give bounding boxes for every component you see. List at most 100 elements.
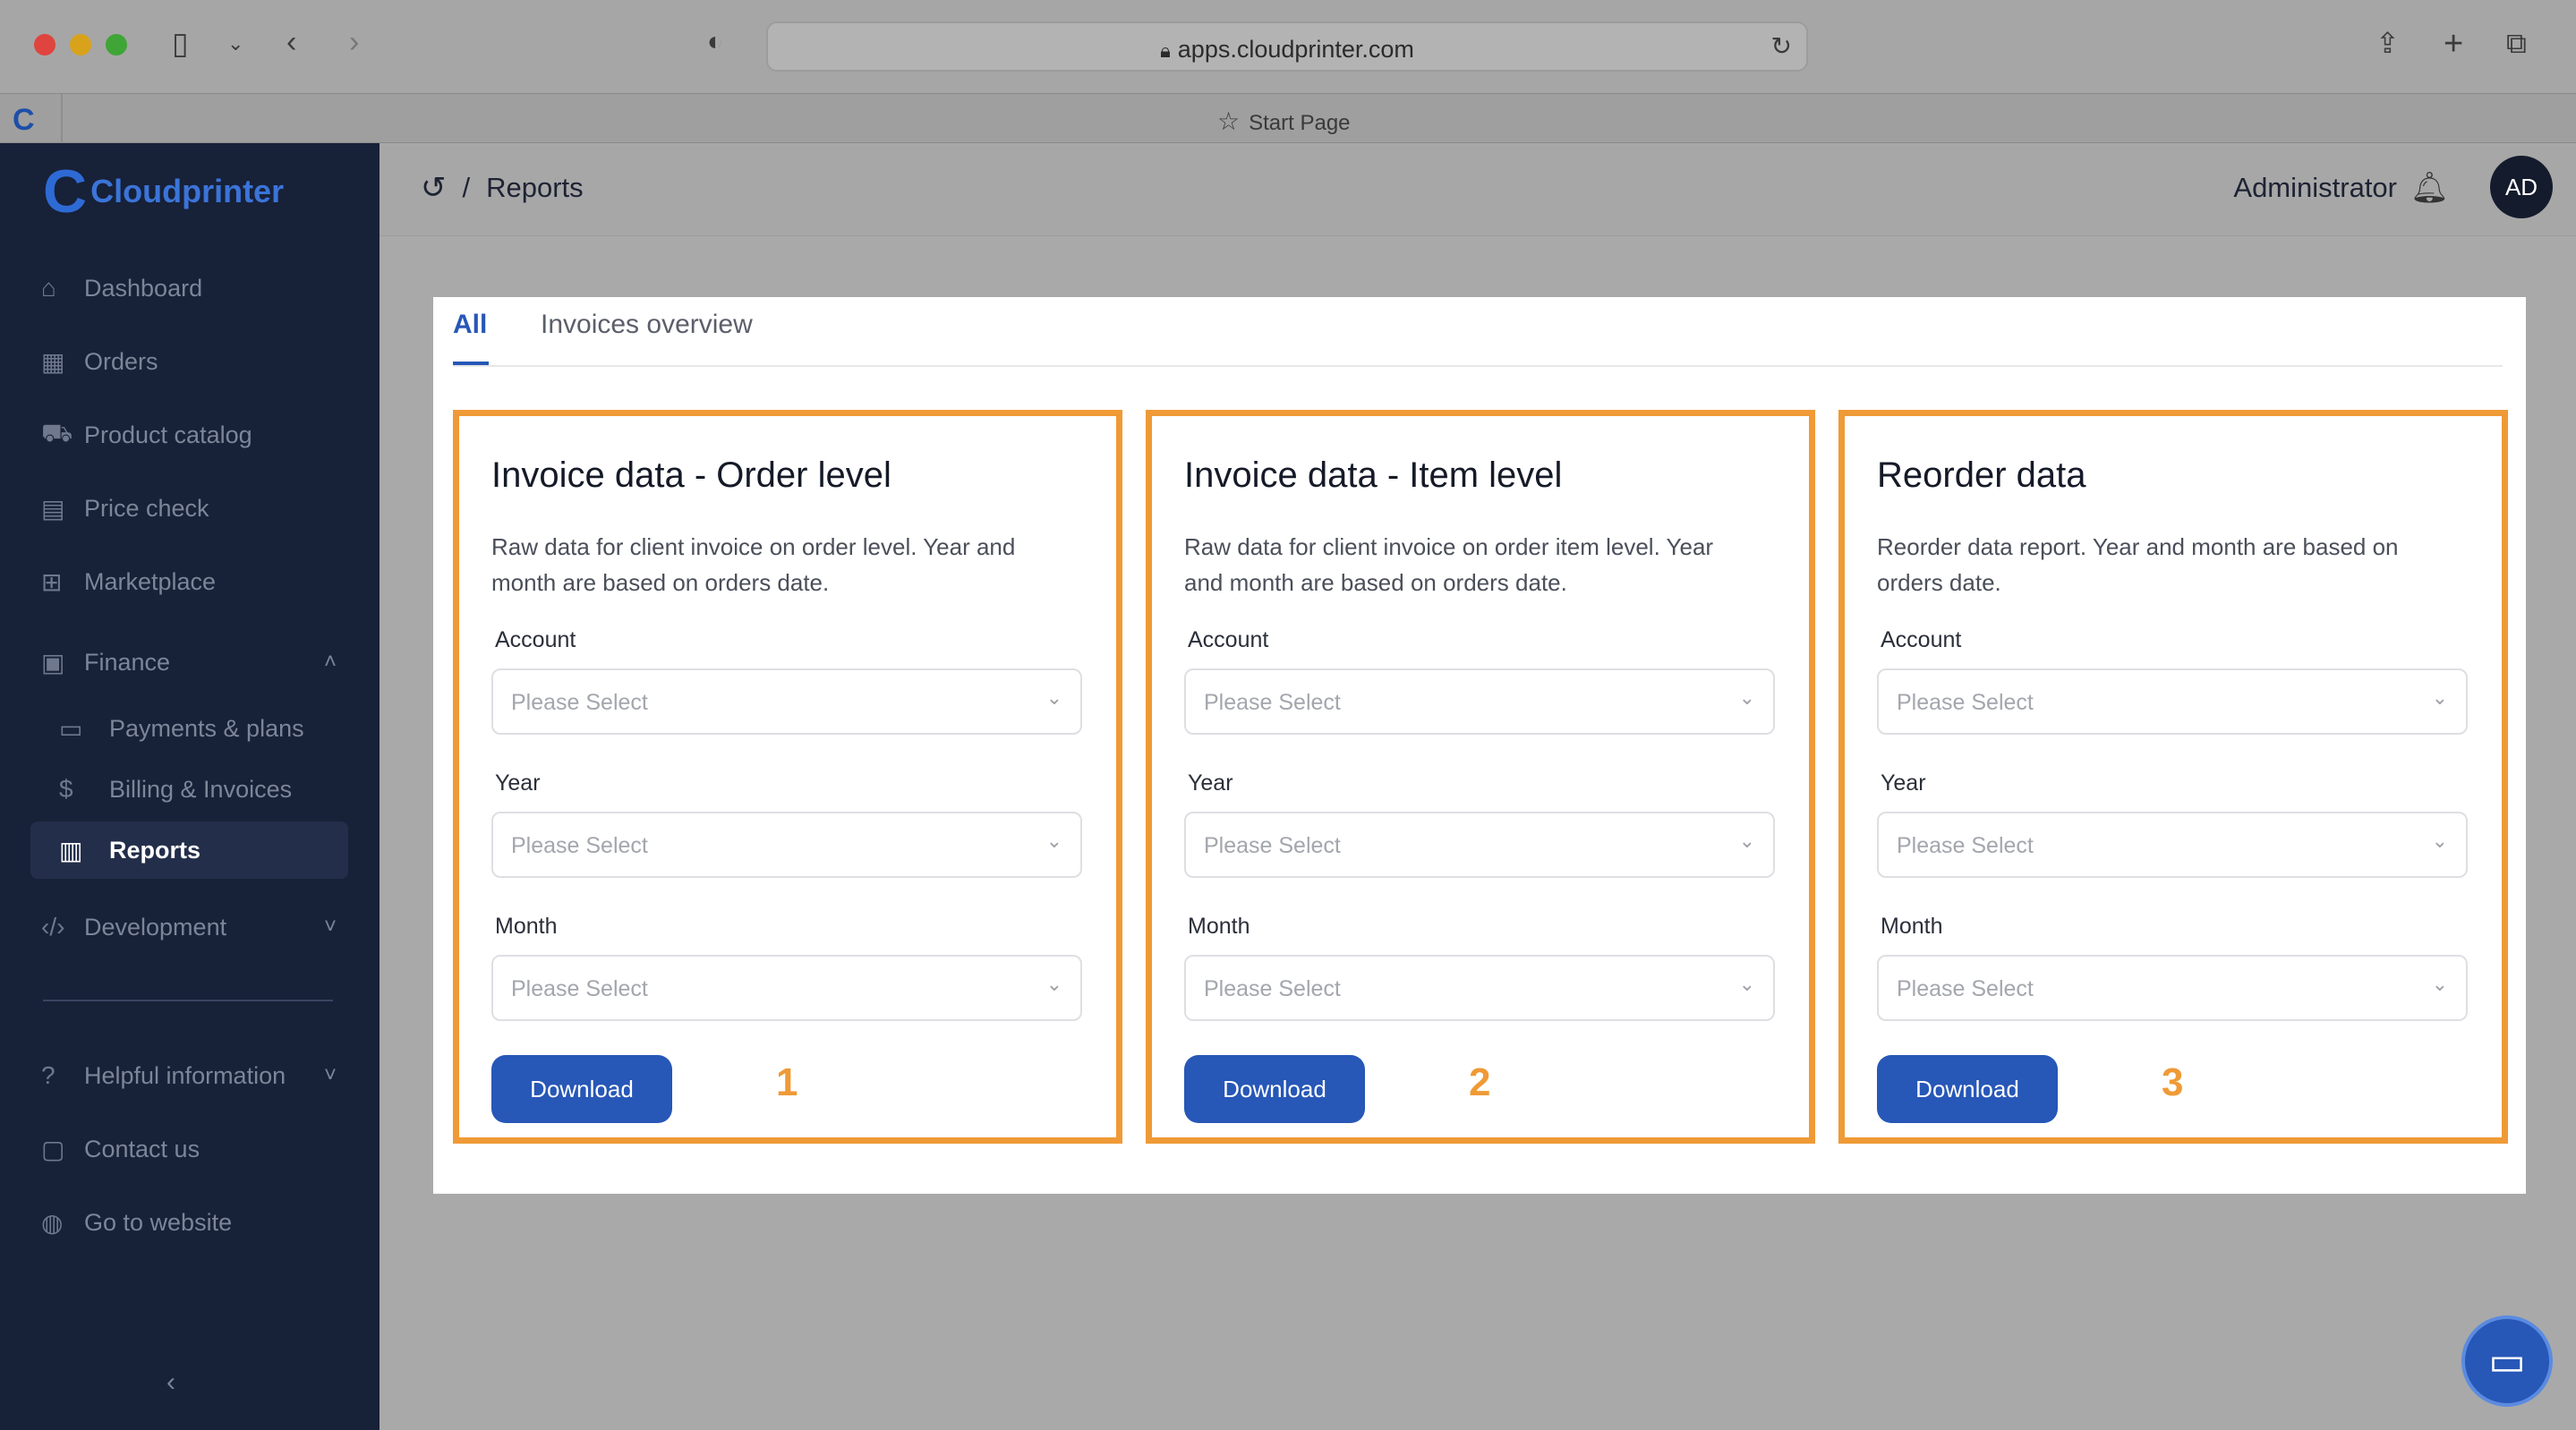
- minimize-window-button[interactable]: [70, 34, 91, 55]
- catalog-icon: ⛟: [41, 419, 73, 447]
- bell-icon[interactable]: 🔔︎: [2410, 170, 2449, 206]
- month-label: Month: [495, 914, 558, 939]
- browser-tab-title: Start Page: [1249, 111, 1351, 135]
- home-icon: ⌂: [41, 274, 56, 302]
- sidebar-item-contact-us[interactable]: ▢ Contact us: [30, 1120, 348, 1178]
- sidebar-item-go-to-website[interactable]: ◍ Go to website: [30, 1194, 348, 1251]
- tab-overview-icon[interactable]: ⧉: [2506, 29, 2527, 57]
- reload-icon[interactable]: ↻: [1771, 34, 1792, 59]
- finance-icon: ▣: [41, 648, 65, 677]
- browser-tab[interactable]: ☆ Start Page: [1217, 106, 1351, 136]
- sidebar-item-marketplace[interactable]: ⊞ Marketplace: [30, 553, 348, 610]
- card-number: 2: [1469, 1060, 1491, 1104]
- month-select[interactable]: Please Select ⌄: [1877, 955, 2468, 1021]
- tab-label: All: [453, 310, 488, 339]
- download-button[interactable]: Download: [1877, 1055, 2058, 1123]
- clipboard-icon: ▥: [59, 836, 83, 864]
- chat-icon: ▭: [2488, 1339, 2526, 1383]
- card-title: Reorder data: [1877, 455, 2086, 495]
- sidebar-item-helpful-information[interactable]: ? Helpful information ˅: [30, 1047, 348, 1104]
- share-icon[interactable]: ⇪: [2376, 29, 2400, 57]
- shield-icon[interactable]: ◐: [707, 29, 723, 55]
- chevron-down-icon: ˅: [323, 1063, 337, 1087]
- card-title: Invoice data - Item level: [1184, 455, 1563, 495]
- card-icon: ▭: [59, 714, 83, 743]
- close-window-button[interactable]: [34, 34, 55, 55]
- sidebar-item-label: Marketplace: [84, 567, 217, 595]
- sidebar-item-dashboard[interactable]: ⌂ Dashboard: [30, 260, 348, 317]
- card-number: 1: [776, 1060, 798, 1104]
- sidebar-item-finance[interactable]: ▣ Finance ˄: [30, 634, 348, 691]
- tab-bar: All Invoices overview: [453, 297, 2503, 367]
- year-label: Year: [1881, 770, 1926, 796]
- select-placeholder: Please Select: [1204, 833, 1341, 858]
- chevron-down-icon: ⌄: [1738, 686, 1755, 709]
- main-content: ↺ / Reports Administrator 🔔︎ AD All Invo…: [380, 143, 2576, 1430]
- account-label: Account: [1881, 627, 1962, 652]
- card-description: Raw data for client invoice on order lev…: [491, 533, 1016, 596]
- year-label: Year: [495, 770, 541, 796]
- report-card-item-level: Invoice data - Item level Raw data for c…: [1146, 410, 1815, 1144]
- month-label: Month: [1881, 914, 1943, 939]
- new-tab-icon[interactable]: +: [2444, 27, 2463, 61]
- chevron-down-icon: ˅: [323, 915, 337, 939]
- avatar[interactable]: AD: [2490, 156, 2553, 218]
- year-select[interactable]: Please Select ⌄: [1877, 812, 2468, 878]
- sidebar-item-label: Payments & plans: [109, 714, 304, 742]
- report-card-order-level: Invoice data - Order level Raw data for …: [453, 410, 1122, 1144]
- account-select[interactable]: Please Select ⌄: [1184, 668, 1775, 735]
- maximize-window-button[interactable]: [106, 34, 127, 55]
- lock-icon: 🔒︎: [1160, 39, 1171, 62]
- download-button[interactable]: Download: [491, 1055, 672, 1123]
- sidebar-toggle-icon[interactable]: ▯: [172, 29, 189, 59]
- chat-icon: ▢: [41, 1135, 65, 1163]
- breadcrumb: ↺ / Reports: [421, 170, 584, 206]
- calculator-icon: ▤: [41, 494, 65, 523]
- tab-invoices-overview[interactable]: Invoices overview: [541, 310, 753, 358]
- sidebar-item-development[interactable]: ‹/› Development ˅: [30, 898, 348, 956]
- back-icon[interactable]: ‹: [286, 27, 296, 57]
- history-icon[interactable]: ↺: [421, 170, 447, 206]
- sidebar-item-orders[interactable]: ▦ Orders: [30, 333, 348, 390]
- user-name[interactable]: Administrator: [2233, 172, 2397, 204]
- report-card-reorder: Reorder data Reorder data report. Year a…: [1838, 410, 2508, 1144]
- select-placeholder: Please Select: [511, 976, 648, 1001]
- sidebar-item-price-check[interactable]: ▤ Price check: [30, 480, 348, 537]
- sidebar-item-reports[interactable]: ▥ Reports: [30, 821, 348, 879]
- logo[interactable]: C Cloudprinter: [43, 161, 284, 222]
- account-select[interactable]: Please Select ⌄: [1877, 668, 2468, 735]
- sidebar: C Cloudprinter ⌂ Dashboard ▦ Orders ⛟ Pr…: [0, 143, 380, 1430]
- collapse-sidebar-icon[interactable]: ‹: [166, 1367, 175, 1398]
- sidebar-item-label: Contact us: [84, 1135, 200, 1162]
- top-bar: ↺ / Reports Administrator 🔔︎ AD: [380, 143, 2576, 236]
- account-select[interactable]: Please Select ⌄: [491, 668, 1082, 735]
- tab-all[interactable]: All: [453, 310, 487, 358]
- tab-divider: [61, 94, 63, 144]
- chevron-down-icon: ⌄: [1738, 973, 1755, 995]
- chevron-down-icon[interactable]: ⌄: [227, 34, 243, 54]
- month-select[interactable]: Please Select ⌄: [1184, 955, 1775, 1021]
- card-description: Reorder data report. Year and month are …: [1877, 533, 2399, 596]
- select-placeholder: Please Select: [1897, 833, 2034, 858]
- download-button[interactable]: Download: [1184, 1055, 1365, 1123]
- sidebar-item-billing-invoices[interactable]: $ Billing & Invoices: [30, 761, 348, 818]
- chevron-down-icon: ⌄: [1738, 830, 1755, 852]
- address-bar[interactable]: 🔒︎ apps.cloudprinter.com ↻: [766, 21, 1808, 72]
- card-number: 3: [2162, 1060, 2184, 1104]
- sidebar-item-label: Dashboard: [84, 274, 203, 302]
- page-title: Reports: [486, 172, 584, 203]
- chevron-up-icon: ˄: [323, 650, 337, 674]
- month-select[interactable]: Please Select ⌄: [491, 955, 1082, 1021]
- sidebar-item-payments-plans[interactable]: ▭ Payments & plans: [30, 700, 348, 757]
- sidebar-item-label: Finance: [84, 648, 171, 676]
- sidebar-item-label: Development: [84, 913, 227, 941]
- card-description: Raw data for client invoice on order ite…: [1184, 533, 1714, 596]
- sidebar-item-label: Orders: [84, 347, 158, 375]
- year-select[interactable]: Please Select ⌄: [491, 812, 1082, 878]
- chat-widget-button[interactable]: ▭: [2461, 1315, 2553, 1407]
- cloudprinter-favicon-icon[interactable]: C: [13, 103, 48, 139]
- year-select[interactable]: Please Select ⌄: [1184, 812, 1775, 878]
- code-icon: ‹/›: [41, 913, 65, 941]
- forward-icon[interactable]: ›: [349, 27, 359, 57]
- sidebar-item-product-catalog[interactable]: ⛟ Product catalog: [30, 406, 348, 464]
